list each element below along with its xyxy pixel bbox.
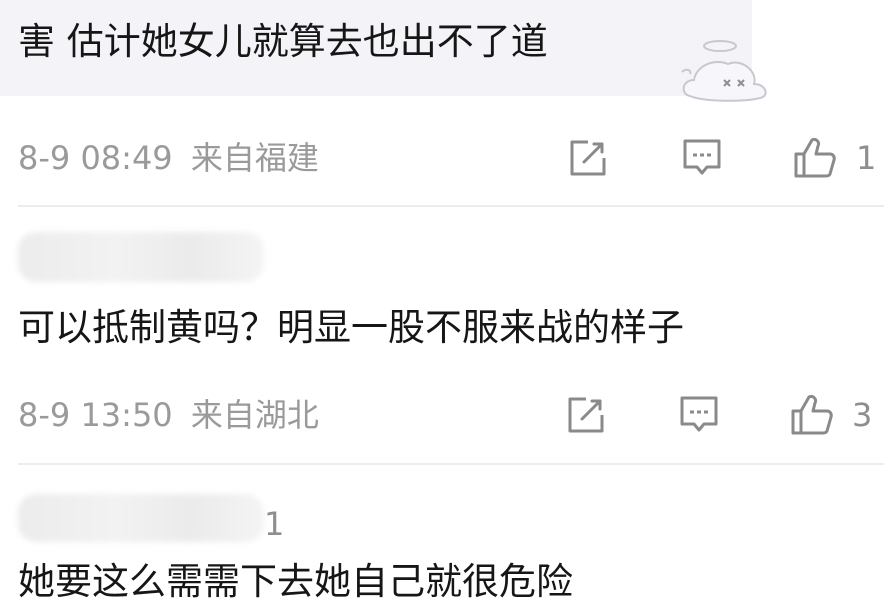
- share-button[interactable]: [560, 130, 616, 186]
- username-suffix: 1: [264, 505, 285, 543]
- comment-text: 害 估计她女儿就算去也出不了道: [18, 20, 548, 63]
- comment-timestamp: 8-9 08:49: [18, 139, 173, 177]
- comment-meta: 8-9 08:49 来自福建: [18, 138, 319, 178]
- share-button[interactable]: [558, 387, 614, 443]
- blurred-username: [18, 232, 264, 282]
- like-count: 3: [852, 396, 873, 434]
- share-icon: [570, 140, 606, 176]
- like-button[interactable]: [783, 387, 839, 443]
- share-icon: [568, 397, 604, 433]
- comment-location: 来自福建: [190, 139, 319, 177]
- comment-icon: [683, 139, 721, 175]
- like-count: 1: [856, 139, 877, 177]
- divider: [18, 205, 884, 207]
- comment-timestamp: 8-9 13:50: [18, 396, 173, 434]
- comment-button[interactable]: [674, 130, 730, 186]
- blurred-username: [18, 494, 264, 542]
- comment-text-partial: 她要这么需需下去她自己就很危险: [18, 560, 573, 603]
- like-icon: [794, 138, 836, 178]
- like-icon: [791, 395, 833, 435]
- comment-button[interactable]: [671, 387, 727, 443]
- comment-icon: [680, 396, 718, 432]
- comment-location: 来自湖北: [190, 396, 319, 434]
- comment-meta: 8-9 13:50 来自湖北: [18, 395, 319, 435]
- comment-text: 可以抵制黄吗？明显一股不服来战的样子: [18, 306, 684, 349]
- dizzy-angel-ghost-sticker: [681, 40, 767, 102]
- like-button[interactable]: [786, 130, 842, 186]
- divider: [18, 463, 884, 465]
